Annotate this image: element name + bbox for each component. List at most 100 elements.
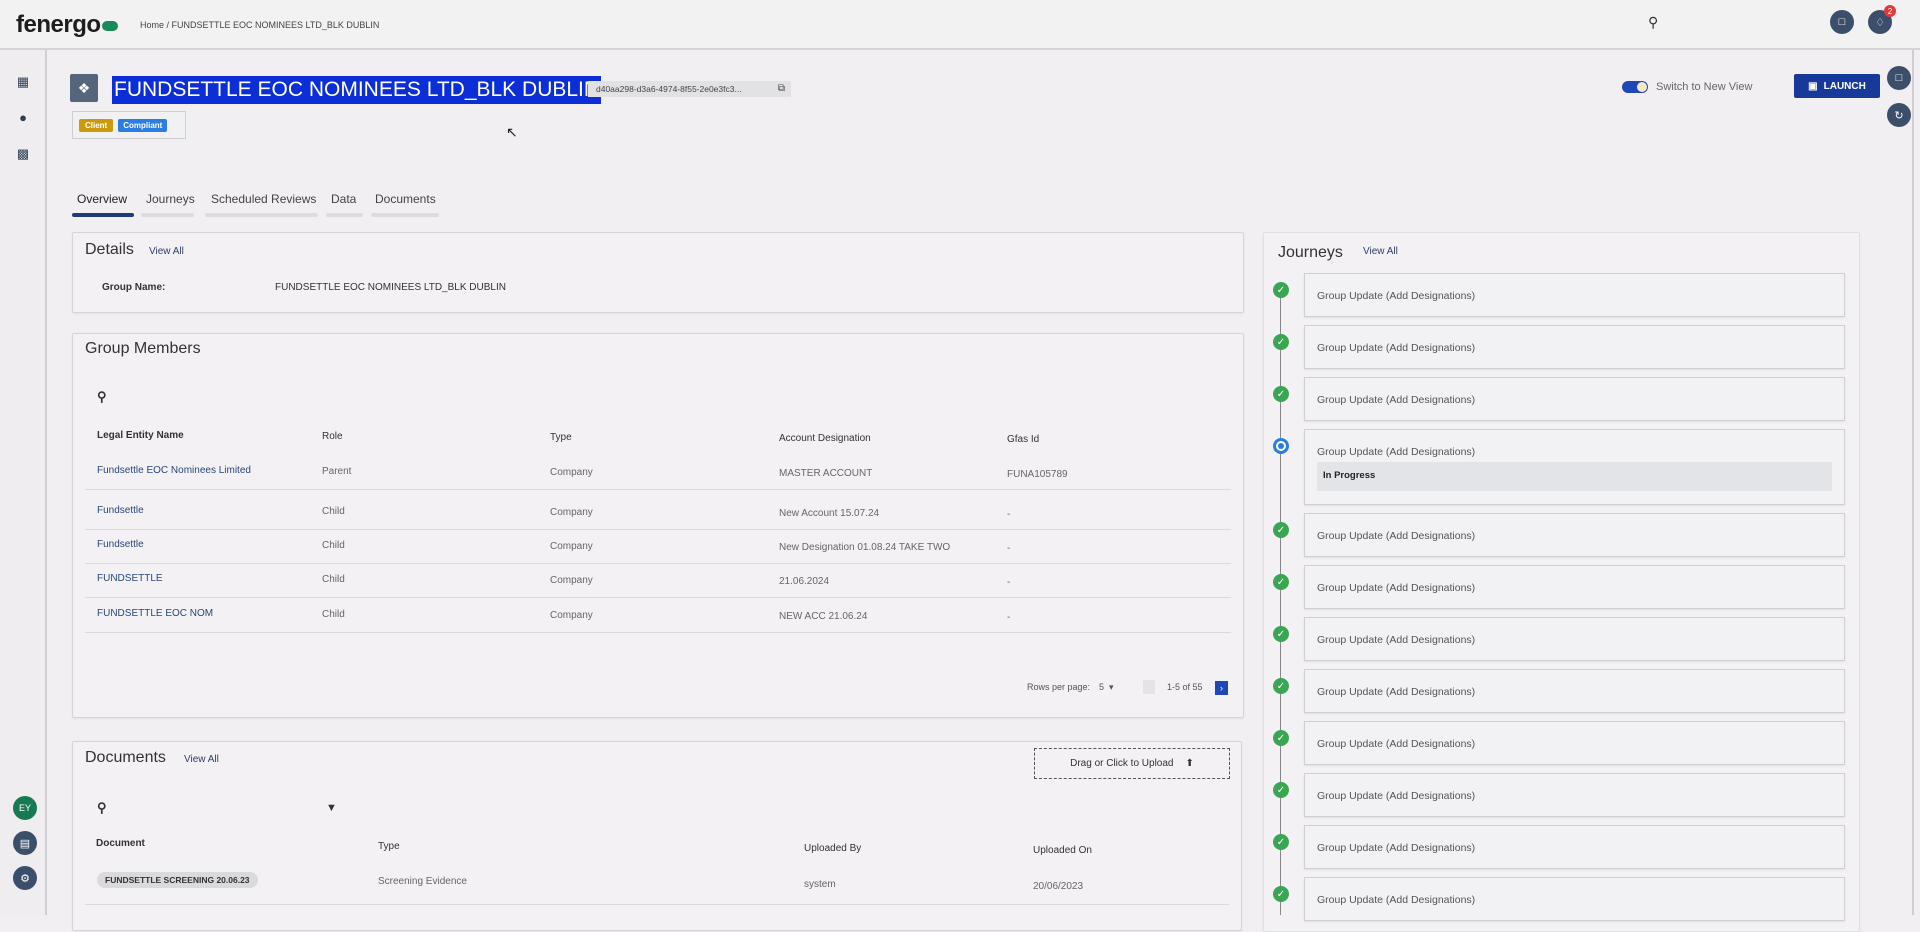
details-card: Details View All Group Name: FUNDSETTLE … [72,232,1244,313]
tab-underline [371,213,439,217]
breadcrumb[interactable]: Home / FUNDSETTLE EOC NOMINEES LTD_BLK D… [140,20,379,30]
journey-item[interactable]: Group Update (Add Designations) [1304,877,1845,921]
check-circle-icon: ✓ [1273,522,1289,538]
chat-icon[interactable]: □ [1887,66,1911,90]
settings-gear-icon[interactable]: ⚙ [13,866,37,890]
table-cell: Company [550,610,593,621]
upload-dropzone[interactable]: Drag or Click to Upload ⬆ [1034,748,1230,779]
legal-entity-link[interactable]: FUNDSETTLE EOC NOM [97,608,213,619]
check-circle-icon: ✓ [1273,626,1289,642]
avatar[interactable]: EY [13,796,37,820]
folder-plus-icon: ▣ [1808,80,1818,92]
dashboard-icon[interactable]: ▦ [14,74,32,92]
table-cell: New Designation 01.08.24 TAKE TWO [779,542,951,553]
upload-label: Drag or Click to Upload [1070,758,1174,769]
journey-item[interactable]: Group Update (Add Designations) [1304,325,1845,369]
notifications-bell-icon[interactable]: ♢ 2 [1868,5,1896,34]
document-chip[interactable]: FUNDSETTLE SCREENING 20.06.23 [97,872,258,888]
search-icon[interactable]: ⚲ [97,389,107,405]
tab-documents[interactable]: Documents [375,192,436,206]
row-divider [85,529,1231,530]
entity-id: d40aa298-d3a6-4974-8f55-2e0e3fc3... [596,84,742,94]
column-header[interactable]: Account Designation [779,433,871,444]
active-tab-indicator [72,213,134,217]
tab-overview[interactable]: Overview [77,192,127,206]
entity-title: FUNDSETTLE EOC NOMINEES LTD_BLK DUBLIN [112,76,602,104]
table-cell: 21.06.2024 [779,576,830,587]
journey-item[interactable]: Group Update (Add Designations) [1304,721,1845,765]
col-document: Document [96,838,145,849]
column-header[interactable]: Role [322,431,343,442]
tab-scheduled-reviews[interactable]: Scheduled Reviews [211,192,316,206]
journey-label: Group Update (Add Designations) [1317,686,1476,698]
check-circle-icon: ✓ [1273,334,1289,350]
history-icon[interactable]: ↻ [1887,103,1911,127]
tab-data[interactable]: Data [331,192,356,206]
filter-icon[interactable]: ▼ [326,802,337,814]
group-members-card: Group Members ⚲ Legal Entity Name Role Typ… [72,333,1244,718]
copy-icon[interactable]: ⧉ [778,81,785,97]
journey-item[interactable]: Group Update (Add Designations) [1304,669,1845,713]
document-uploaded-on: 20/06/2023 [1033,881,1084,892]
journey-label: Group Update (Add Designations) [1317,790,1476,802]
journeys-view-all-link[interactable]: View All [1363,246,1398,257]
journey-item[interactable]: Group Update (Add Designations) [1304,565,1845,609]
column-header[interactable]: Gfas Id [1007,434,1039,445]
check-circle-icon: ✓ [1273,834,1289,850]
document-type: Screening Evidence [378,876,467,887]
journey-label: Group Update (Add Designations) [1317,394,1476,406]
journey-item[interactable]: Group Update (Add Designations) [1304,617,1845,661]
tab-underline [326,213,363,217]
details-view-all-link[interactable]: View All [149,246,184,257]
row-divider [85,563,1231,564]
prev-page-button[interactable] [1143,680,1155,694]
legal-entity-link[interactable]: Fundsettle EOC Nominees Limited [97,465,251,476]
book-icon[interactable]: ▤ [13,831,37,855]
in-progress-status: In Progress [1317,462,1832,491]
legal-entity-link[interactable]: Fundsettle [97,505,144,516]
row-divider [85,632,1231,633]
journey-item[interactable]: Group Update (Add Designations) [1304,513,1845,557]
journey-item[interactable]: Group Update (Add Designations) [1304,773,1845,817]
legal-entity-link[interactable]: FUNDSETTLE [97,573,163,584]
scrollbar[interactable] [1912,50,1914,915]
journey-item[interactable]: Group Update (Add Designations) In Progre… [1304,429,1845,505]
journey-item[interactable]: Group Update (Add Designations) [1304,825,1845,869]
sidebar: ▦ ● ▩ EY ▤ ⚙ [0,50,47,915]
rows-per-page-select[interactable]: 5 ▾ [1099,682,1114,693]
table-cell: Child [322,540,345,551]
badges-box: Client Compliant [72,111,186,139]
column-header[interactable]: Legal Entity Name [97,430,184,441]
user-icon[interactable]: ● [14,110,32,128]
legal-entity-link[interactable]: Fundsettle [97,539,144,550]
row-divider [85,489,1231,490]
table-cell: Parent [322,466,352,477]
journey-label: Group Update (Add Designations) [1317,738,1476,750]
tab-journeys[interactable]: Journeys [146,192,195,206]
fenergo-logo[interactable]: fenergo [16,11,118,39]
entity-group-icon: ❖ [70,74,98,102]
journey-label: Group Update (Add Designations) [1317,530,1476,542]
check-circle-icon: ✓ [1273,782,1289,798]
table-cell: Child [322,506,345,517]
col-type: Type [378,841,400,852]
journey-item[interactable]: Group Update (Add Designations) [1304,273,1845,317]
switch-view-toggle[interactable] [1622,81,1648,93]
search-icon[interactable]: ⚲ [1648,14,1658,31]
next-page-button[interactable]: › [1215,681,1228,695]
table-cell: Company [550,541,593,552]
journey-label: Group Update (Add Designations) [1317,634,1476,646]
journey-item[interactable]: Group Update (Add Designations) [1304,377,1845,421]
launch-button[interactable]: ▣ LAUNCH [1794,74,1880,98]
folder-add-icon[interactable]: □ [1830,10,1854,34]
bar-chart-icon[interactable]: ▩ [14,146,32,164]
search-icon[interactable]: ⚲ [97,800,107,816]
check-circle-icon: ✓ [1273,282,1289,298]
documents-view-all-link[interactable]: View All [184,754,219,765]
table-cell: FUNA105789 [1007,469,1068,480]
pagination-range: 1-5 of 55 [1167,682,1203,692]
column-header[interactable]: Type [550,432,572,443]
row-divider [85,597,1231,598]
documents-title: Documents [85,749,166,766]
logo-mark [101,21,118,31]
